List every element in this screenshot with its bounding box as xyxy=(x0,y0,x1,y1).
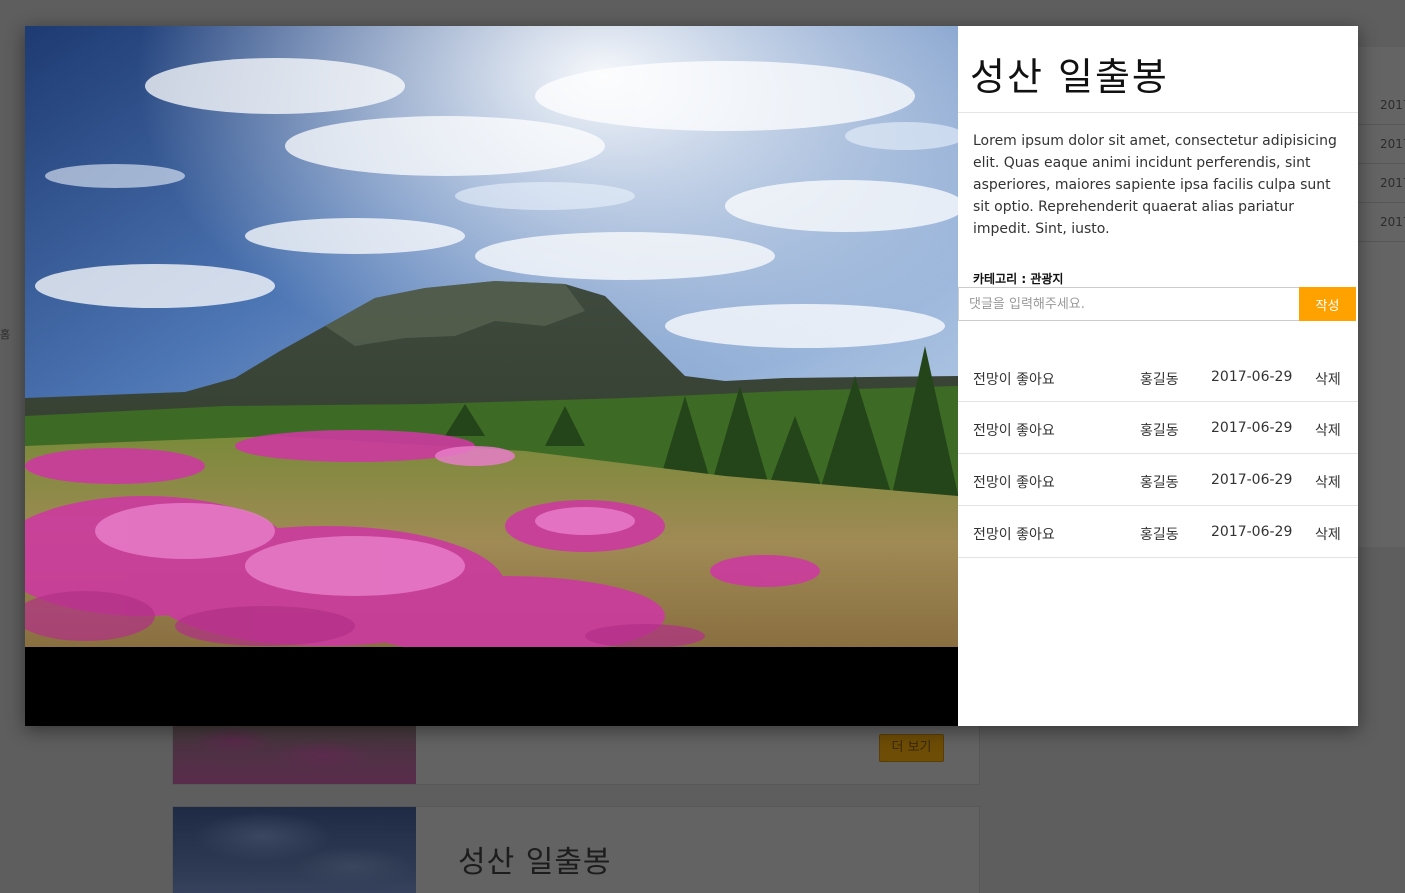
place-description: Lorem ipsum dolor sit amet, consectetur … xyxy=(973,133,1337,237)
comment-date: 2017-06-29 xyxy=(1211,420,1293,436)
comment-date: 2017-06-29 xyxy=(1211,524,1293,540)
background-nav-glyph: 홈 xyxy=(0,328,11,341)
place-title: 성산 일출봉 xyxy=(958,26,1358,113)
background-sidebar-row: 2017 xyxy=(1358,86,1405,125)
comment-form: 작성 xyxy=(958,287,1356,321)
comment-delete-button[interactable]: 삭제 xyxy=(1315,369,1341,389)
comment-text: 전망이 좋아요 xyxy=(973,372,1055,388)
comment-text: 전망이 좋아요 xyxy=(973,527,1055,543)
background-card: 성산 일출봉 xyxy=(172,806,980,893)
comment-row: 전망이 좋아요 홍길동 2017-06-29 삭제 xyxy=(958,506,1358,558)
comment-list: 전망이 좋아요 홍길동 2017-06-29 삭제 전망이 좋아요 홍길동 20… xyxy=(958,351,1358,558)
comment-date: 2017-06-29 xyxy=(1211,472,1293,488)
background-sidebar-row: 2017 xyxy=(1358,125,1405,164)
comment-text: 전망이 좋아요 xyxy=(973,475,1055,491)
comment-row: 전망이 좋아요 홍길동 2017-06-29 삭제 xyxy=(958,351,1358,402)
background-card-title: 성산 일출봉 xyxy=(458,845,612,880)
place-detail-modal: 성산 일출봉 Lorem ipsum dolor sit amet, conse… xyxy=(25,26,1358,726)
comment-delete-button[interactable]: 삭제 xyxy=(1315,420,1341,440)
comment-author: 홍길동 xyxy=(1140,423,1179,439)
comment-row: 전망이 좋아요 홍길동 2017-06-29 삭제 xyxy=(958,454,1358,506)
comment-date: 2017-06-29 xyxy=(1211,369,1293,385)
place-category: 카테고리 : 관광지 xyxy=(973,272,1064,286)
background-sidebar-row: 2017 xyxy=(1358,164,1405,203)
comment-row: 전망이 좋아요 홍길동 2017-06-29 삭제 xyxy=(958,402,1358,454)
photo-area xyxy=(25,26,958,726)
comment-delete-button[interactable]: 삭제 xyxy=(1315,524,1341,544)
background-card-thumbnail xyxy=(173,807,416,893)
place-photo xyxy=(25,26,958,647)
comment-text: 전망이 좋아요 xyxy=(973,423,1055,439)
background-sidebar-row: 2017 xyxy=(1358,203,1405,242)
comment-author: 홍길동 xyxy=(1140,372,1179,388)
comment-input[interactable] xyxy=(958,287,1299,321)
comment-delete-button[interactable]: 삭제 xyxy=(1315,472,1341,492)
background-more-button: 더 보기 xyxy=(879,734,944,762)
comment-submit-button[interactable]: 작성 xyxy=(1299,287,1356,321)
background-sidebar: 2017 2017 2017 2017 xyxy=(1358,47,1405,547)
detail-panel: 성산 일출봉 Lorem ipsum dolor sit amet, conse… xyxy=(958,26,1358,726)
comment-author: 홍길동 xyxy=(1140,475,1179,491)
comment-author: 홍길동 xyxy=(1140,527,1179,543)
